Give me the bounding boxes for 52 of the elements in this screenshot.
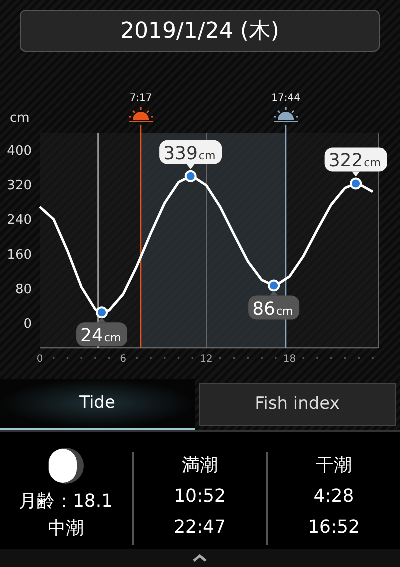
hour-dot [274,357,277,360]
tide-name: 中潮 [48,517,84,542]
y-tick-label: 400 [7,144,32,159]
hour-dot [344,357,346,360]
chevron-up-icon[interactable] [193,554,207,562]
hour-dot [302,357,305,360]
hour-dot [164,357,166,360]
tide-time: 16:52 [308,516,360,540]
hour-dot [52,357,55,360]
sun-time: 7:17 [130,93,152,104]
high-tide-label: 339cm [160,140,222,170]
hour-dot [233,357,236,360]
hour-dot [247,357,250,360]
low-tide-label: 24cm [76,318,128,347]
x-tick-label: 0 [36,354,44,366]
tab[interactable]: Tide [0,379,195,430]
moon-age: 月齢：18.1 [18,490,114,514]
low-tide-label: 86cm [248,290,300,320]
y-axis-unit: cm [10,111,30,126]
y-tick-label: 80 [15,282,32,298]
high-tide-label: 322cm [324,148,388,177]
hour-dot [80,357,83,360]
y-tick-label: 160 [7,248,32,263]
y-tick-label: 240 [7,213,32,228]
annotation: 339cm [164,143,216,164]
tide-time: 4:28 [314,485,354,510]
annotation: 86cm [252,298,294,320]
annotation: 322cm [328,150,381,172]
y-tick-label: 0 [24,317,32,332]
tide-column-title: 干潮 [316,454,352,478]
hour-dot [178,357,180,360]
annotation: 24cm [80,326,122,347]
x-tick-label: 6 [120,354,126,366]
hour-dot [66,357,69,360]
hour-dot [358,357,360,360]
y-tick-label: 320 [7,178,32,194]
moon-phase-icon [48,448,84,484]
date-button[interactable]: 2019/1/24 (木) [20,10,380,52]
tide-time: 22:47 [174,516,226,540]
x-tick-label: 12 [200,354,213,366]
hour-dot [192,357,194,360]
sun-time: 17:44 [272,93,300,104]
tide-column-title: 満潮 [182,454,218,478]
sun-horizon-icon [128,107,154,122]
hour-dot [330,357,332,360]
sun-horizon-icon [274,107,299,122]
tide-time: 10:52 [174,485,226,510]
hour-dot [136,357,138,360]
x-tick-label: 18 [283,354,296,366]
hour-dot [219,357,222,360]
tab[interactable]: Fish index [199,383,396,426]
hour-dot [108,357,110,360]
